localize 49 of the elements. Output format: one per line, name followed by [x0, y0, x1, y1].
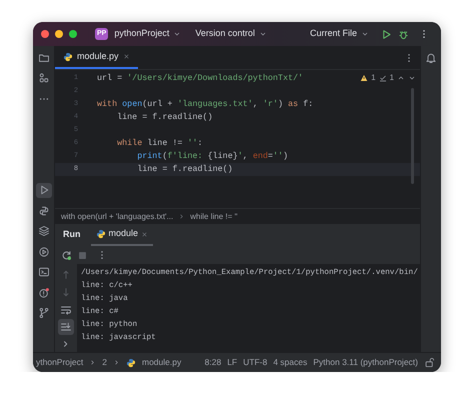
run-config-menu[interactable]: Current File: [310, 27, 369, 41]
check-icon: [378, 74, 387, 82]
status-item[interactable]: UTF-8: [243, 356, 268, 369]
warning-icon: [360, 74, 368, 82]
breadcrumb[interactable]: ythonProject: [36, 356, 84, 369]
minimize-window-button[interactable]: [55, 30, 63, 38]
breadcrumb[interactable]: module.py: [142, 356, 182, 369]
status-item[interactable]: LF: [227, 356, 238, 369]
code-line: print(f'line: {line}', end=''): [136, 151, 288, 161]
project-menu[interactable]: pythonProject: [114, 27, 182, 41]
code-line: with open(url + 'languages.txt', 'r') as f:: [97, 99, 314, 109]
code-line: line = f.readline(): [116, 112, 213, 122]
run-icon[interactable]: [36, 182, 52, 198]
chevron-down-icon: [408, 74, 416, 82]
scroll-to-end-icon[interactable]: [58, 319, 74, 335]
unlock-icon[interactable]: [424, 357, 435, 368]
status-item[interactable]: Python 3.11 (pythonProject): [313, 356, 418, 369]
close-tab-icon: [141, 230, 148, 238]
editor-tab[interactable]: module.py: [55, 46, 138, 69]
bug-icon[interactable]: [398, 28, 409, 40]
chevron-right-icon: [178, 213, 186, 220]
scrollbar[interactable]: [411, 88, 414, 184]
close-tab-icon: [122, 52, 130, 60]
code-line: url = '/Users/kimye/Downloads/pythonTxt/': [97, 73, 304, 83]
chevron-down-icon: [361, 30, 369, 38]
code-line: while line != '':: [116, 138, 203, 148]
bell-icon[interactable]: [425, 52, 437, 64]
breadcrumb[interactable]: 2: [102, 356, 107, 369]
chevron-down-icon: [173, 30, 182, 38]
status-item[interactable]: 8:28: [204, 356, 222, 369]
status-item[interactable]: 4 spaces: [273, 356, 308, 369]
python-file-icon: [63, 52, 73, 62]
panel-title: Run: [63, 228, 80, 242]
chevron-down-icon: [258, 30, 267, 38]
chevron-up-icon: [397, 74, 405, 82]
vcs-menu[interactable]: Version control: [195, 27, 267, 41]
breadcrumb[interactable]: with open(url + 'languages.txt'...: [61, 210, 174, 222]
warning-count[interactable]: 1: [371, 72, 376, 84]
zoom-window-button[interactable]: [69, 30, 77, 38]
rerun-icon[interactable]: [61, 250, 72, 260]
python-icon: [96, 229, 106, 239]
close-window-button[interactable]: [41, 30, 49, 38]
code-line: line = f.readline(): [136, 164, 233, 174]
chevron-right-icon: [89, 359, 96, 366]
weak-warning-count[interactable]: 1: [390, 72, 394, 84]
python-file-icon: [126, 358, 136, 368]
chevron-right-icon: [112, 359, 120, 366]
breadcrumb[interactable]: while line != '': [190, 210, 238, 222]
run-icon[interactable]: [381, 28, 392, 40]
